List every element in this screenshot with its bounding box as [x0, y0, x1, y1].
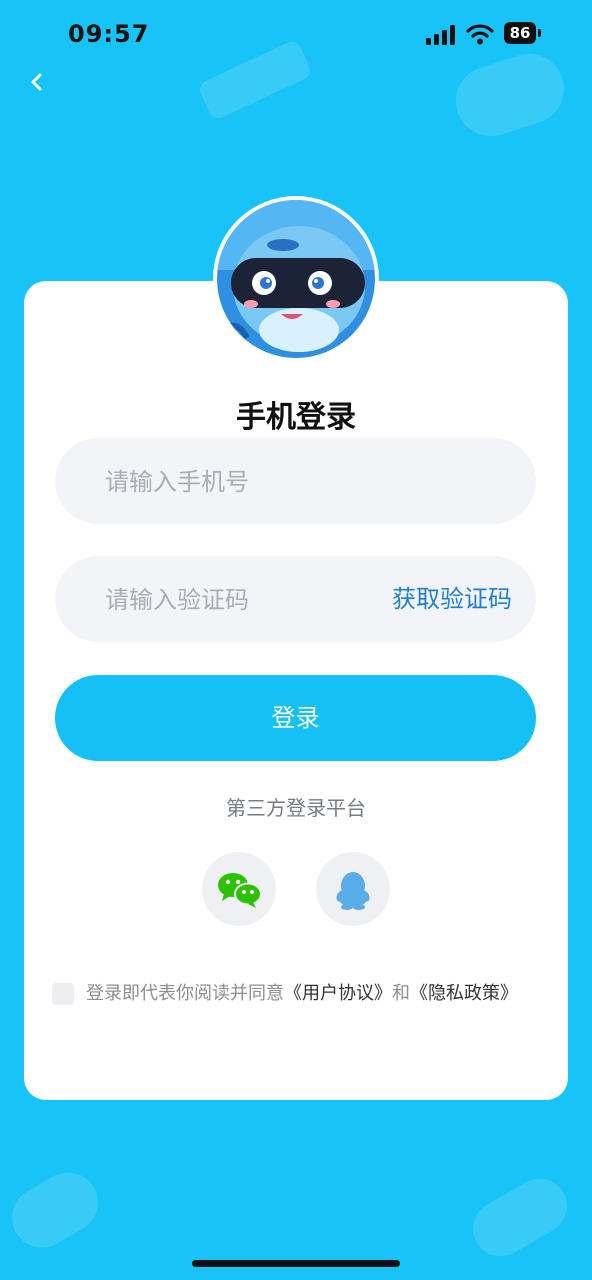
status-bar: 09:57 86: [0, 0, 592, 70]
agreement-text: 登录即代表你阅读并同意《用户协议》和《隐私政策》: [86, 980, 518, 1008]
mascot-icon: [217, 200, 375, 358]
agreement-conjunction: 和: [392, 983, 410, 1004]
agreement-prefix: 登录即代表你阅读并同意: [86, 983, 284, 1004]
privacy-policy-link[interactable]: 《隐私政策》: [410, 983, 518, 1004]
status-time: 09:57: [68, 20, 150, 48]
wifi-icon: [466, 24, 494, 45]
login-button[interactable]: 登录: [55, 675, 536, 761]
third-party-label: 第三方登录平台: [226, 796, 366, 820]
page-title: 手机登录: [236, 400, 356, 435]
home-indicator: [192, 1260, 400, 1267]
get-code-button[interactable]: 获取验证码: [392, 556, 512, 642]
qq-login-button[interactable]: [316, 852, 390, 926]
verification-field[interactable]: 获取验证码: [55, 556, 536, 644]
battery-tip: [538, 29, 541, 37]
background-decoration: [1, 1161, 109, 1259]
battery-icon: 86: [504, 22, 544, 46]
phone-field[interactable]: [55, 438, 536, 526]
wechat-login-button[interactable]: [202, 852, 276, 926]
qq-icon: [336, 872, 370, 910]
signal-icon: [426, 25, 455, 45]
battery-level: 86: [504, 22, 536, 44]
verification-code-input[interactable]: [103, 556, 367, 644]
avatar: [213, 196, 379, 362]
user-agreement-link[interactable]: 《用户协议》: [284, 983, 392, 1004]
agreement-row: 登录即代表你阅读并同意《用户协议》和《隐私政策》: [52, 980, 572, 1010]
back-icon[interactable]: [22, 64, 52, 100]
phone-input[interactable]: [103, 438, 407, 526]
wechat-icon: [218, 873, 262, 908]
background-decoration: [462, 1168, 578, 1267]
agreement-checkbox[interactable]: [52, 983, 74, 1005]
